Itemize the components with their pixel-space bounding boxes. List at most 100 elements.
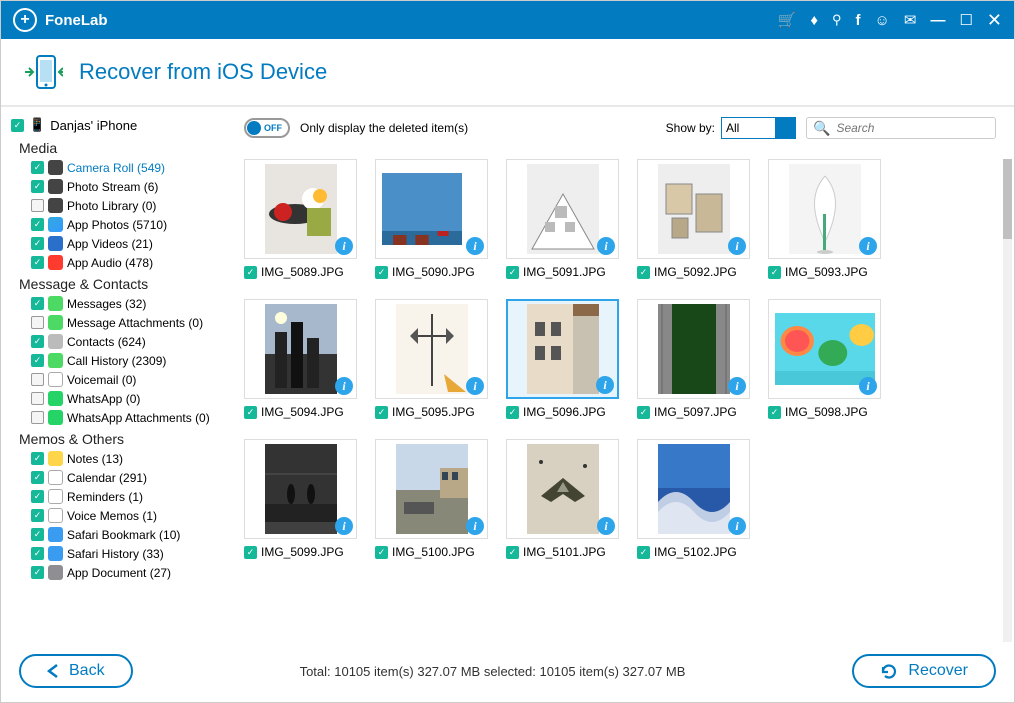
tree-item[interactable]: ✓App Document (27)	[11, 563, 226, 582]
thumbnail-image[interactable]: i	[768, 159, 881, 259]
tree-item[interactable]: ✓Notes (13)	[11, 449, 226, 468]
deleted-toggle[interactable]: OFF	[244, 118, 290, 138]
thumb-checkbox[interactable]: ✓	[244, 406, 257, 419]
checkbox[interactable]: ✓	[31, 256, 44, 269]
tree-item[interactable]: Voicemail (0)	[11, 370, 226, 389]
thumbnail[interactable]: i✓IMG_5100.JPG	[375, 439, 488, 559]
feedback-icon[interactable]: ☺	[875, 12, 890, 29]
info-icon[interactable]: i	[596, 376, 614, 394]
checkbox[interactable]: ✓	[31, 180, 44, 193]
info-icon[interactable]: i	[466, 377, 484, 395]
thumbnail[interactable]: i✓IMG_5091.JPG	[506, 159, 619, 279]
thumbnail-image[interactable]: i	[637, 159, 750, 259]
checkbox[interactable]	[31, 199, 44, 212]
tree-item[interactable]: ✓Call History (2309)	[11, 351, 226, 370]
thumbnail[interactable]: i✓IMG_5094.JPG	[244, 299, 357, 419]
checkbox[interactable]	[31, 316, 44, 329]
thumbnail-image[interactable]: i	[375, 299, 488, 399]
thumbnail[interactable]: i✓IMG_5097.JPG	[637, 299, 750, 419]
thumbnail-image[interactable]: i	[637, 439, 750, 539]
tree-item[interactable]: ✓Camera Roll (549)	[11, 158, 226, 177]
thumbnail[interactable]: i✓IMG_5096.JPG	[506, 299, 619, 419]
back-button[interactable]: Back	[19, 654, 133, 688]
checkbox[interactable]: ✓	[31, 471, 44, 484]
thumbnail-image[interactable]: i	[506, 299, 619, 399]
info-icon[interactable]: i	[859, 377, 877, 395]
thumbnail[interactable]: i✓IMG_5095.JPG	[375, 299, 488, 419]
thumbnail[interactable]: i✓IMG_5089.JPG	[244, 159, 357, 279]
checkbox[interactable]	[31, 411, 44, 424]
info-icon[interactable]: i	[597, 237, 615, 255]
thumbnail-image[interactable]: i	[375, 439, 488, 539]
thumbnail-image[interactable]: i	[244, 439, 357, 539]
facebook-icon[interactable]: f	[856, 12, 861, 29]
checkbox[interactable]: ✓	[31, 237, 44, 250]
checkbox[interactable]: ✓	[31, 218, 44, 231]
info-icon[interactable]: i	[859, 237, 877, 255]
info-icon[interactable]: i	[728, 237, 746, 255]
thumbnail-image[interactable]: i	[375, 159, 488, 259]
mail-icon[interactable]: ✉	[904, 11, 917, 29]
thumbnail-image[interactable]: i	[506, 439, 619, 539]
thumbnail[interactable]: i✓IMG_5101.JPG	[506, 439, 619, 559]
tree-item[interactable]: ✓Safari History (33)	[11, 544, 226, 563]
thumbnail[interactable]: i✓IMG_5102.JPG	[637, 439, 750, 559]
info-icon[interactable]: i	[466, 517, 484, 535]
tree-item[interactable]: ✓Reminders (1)	[11, 487, 226, 506]
thumb-checkbox[interactable]: ✓	[506, 406, 519, 419]
thumb-checkbox[interactable]: ✓	[375, 546, 388, 559]
tree-item[interactable]: ✓Contacts (624)	[11, 332, 226, 351]
key-icon[interactable]: ⚲	[832, 12, 842, 28]
tree-item[interactable]: Message Attachments (0)	[11, 313, 226, 332]
checkbox[interactable]: ✓	[31, 566, 44, 579]
info-icon[interactable]: i	[335, 517, 353, 535]
thumbnail-image[interactable]: i	[637, 299, 750, 399]
info-icon[interactable]: i	[728, 517, 746, 535]
info-icon[interactable]: i	[335, 237, 353, 255]
info-icon[interactable]: i	[728, 377, 746, 395]
tree-item[interactable]: ✓Photo Stream (6)	[11, 177, 226, 196]
device-checkbox[interactable]: ✓	[11, 119, 24, 132]
checkbox[interactable]: ✓	[31, 297, 44, 310]
checkbox[interactable]	[31, 373, 44, 386]
thumb-checkbox[interactable]: ✓	[506, 546, 519, 559]
info-icon[interactable]: i	[597, 517, 615, 535]
checkbox[interactable]: ✓	[31, 509, 44, 522]
checkbox[interactable]: ✓	[31, 161, 44, 174]
thumbnail[interactable]: i✓IMG_5092.JPG	[637, 159, 750, 279]
thumb-checkbox[interactable]: ✓	[506, 266, 519, 279]
checkbox[interactable]	[31, 392, 44, 405]
thumbnail-image[interactable]: i	[768, 299, 881, 399]
checkbox[interactable]: ✓	[31, 547, 44, 560]
thumb-checkbox[interactable]: ✓	[244, 546, 257, 559]
thumbnail[interactable]: i✓IMG_5090.JPG	[375, 159, 488, 279]
thumbnail[interactable]: i✓IMG_5098.JPG	[768, 299, 881, 419]
thumb-checkbox[interactable]: ✓	[375, 266, 388, 279]
minimize-icon[interactable]: —	[930, 12, 945, 29]
cart-icon[interactable]: 🛒	[778, 11, 797, 29]
thumb-checkbox[interactable]: ✓	[768, 406, 781, 419]
thumbnail-image[interactable]: i	[244, 159, 357, 259]
search-box[interactable]: 🔍	[806, 117, 996, 139]
tree-item[interactable]: ✓App Photos (5710)	[11, 215, 226, 234]
thumb-checkbox[interactable]: ✓	[244, 266, 257, 279]
thumb-checkbox[interactable]: ✓	[637, 266, 650, 279]
tree-item[interactable]: ✓App Audio (478)	[11, 253, 226, 272]
thumb-checkbox[interactable]: ✓	[768, 266, 781, 279]
tree-item[interactable]: WhatsApp Attachments (0)	[11, 408, 226, 427]
thumb-checkbox[interactable]: ✓	[637, 546, 650, 559]
checkbox[interactable]: ✓	[31, 528, 44, 541]
info-icon[interactable]: i	[335, 377, 353, 395]
thumb-checkbox[interactable]: ✓	[637, 406, 650, 419]
device-row[interactable]: ✓ 📱 Danjas' iPhone	[11, 117, 226, 133]
showby-select[interactable]: All▼	[721, 117, 796, 139]
thumbnail[interactable]: i✓IMG_5099.JPG	[244, 439, 357, 559]
tree-item[interactable]: ✓App Videos (21)	[11, 234, 226, 253]
tree-item[interactable]: WhatsApp (0)	[11, 389, 226, 408]
tree-item[interactable]: Photo Library (0)	[11, 196, 226, 215]
recover-button[interactable]: Recover	[852, 654, 996, 688]
thumbnail-image[interactable]: i	[244, 299, 357, 399]
tree-item[interactable]: ✓Voice Memos (1)	[11, 506, 226, 525]
thumbnail-image[interactable]: i	[506, 159, 619, 259]
checkbox[interactable]: ✓	[31, 490, 44, 503]
